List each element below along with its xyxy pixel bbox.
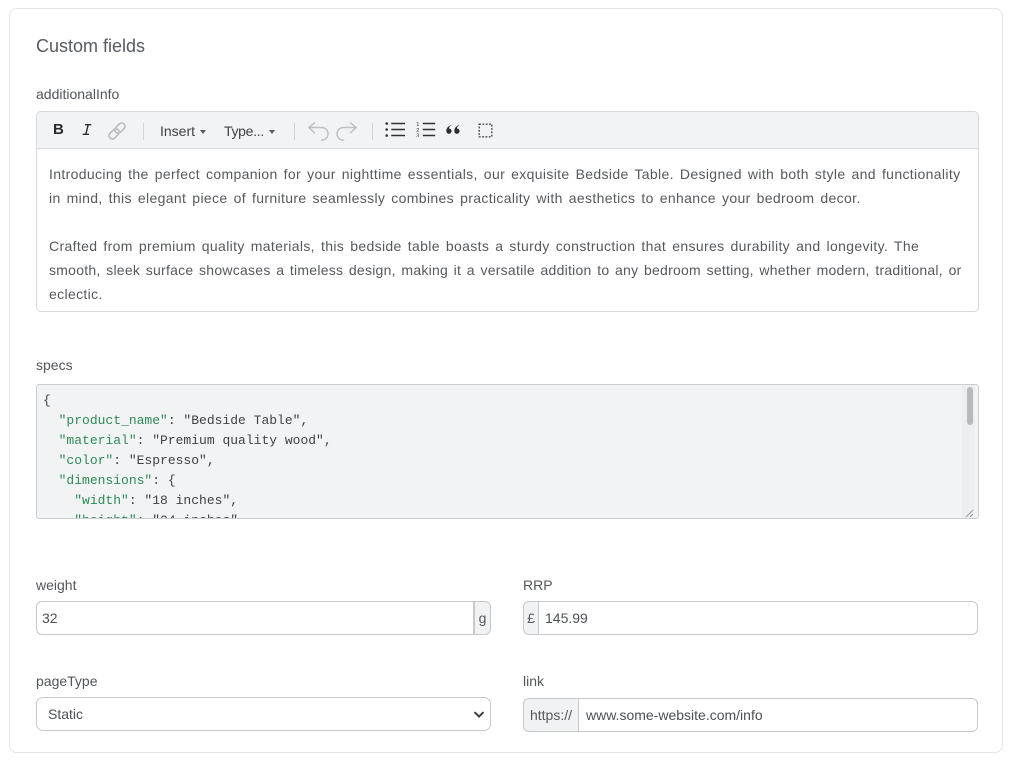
svg-text:3: 3 xyxy=(416,134,419,137)
